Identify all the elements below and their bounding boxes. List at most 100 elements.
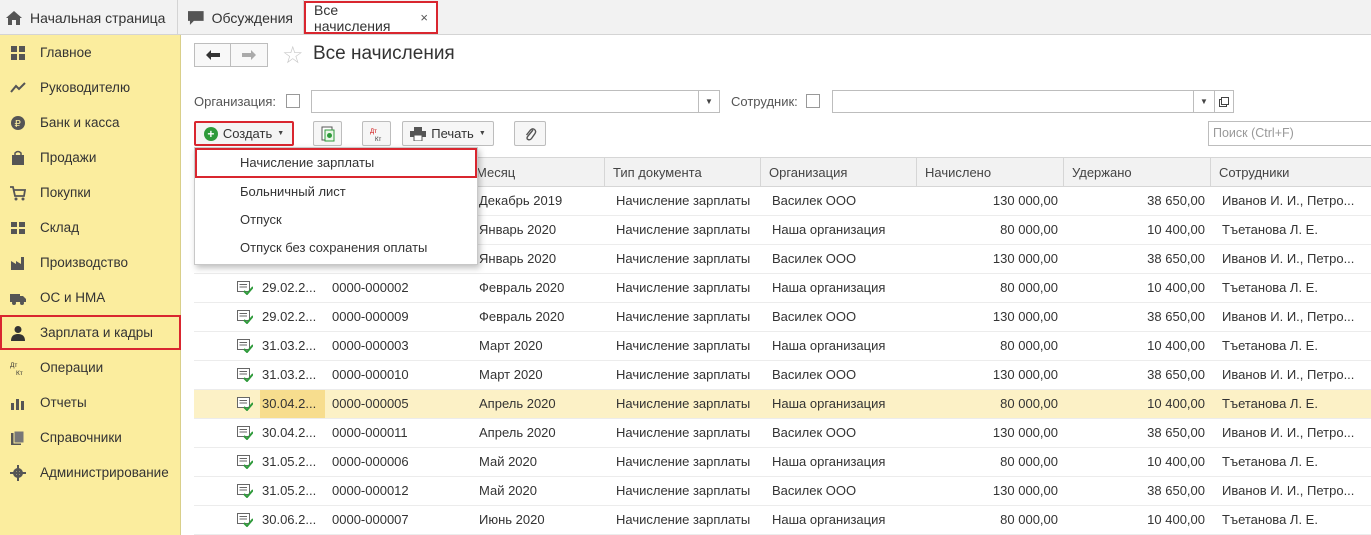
create-button[interactable]: + Создать ▼: [194, 121, 294, 146]
sidebar-item-6[interactable]: Производство: [0, 245, 180, 280]
organization-checkbox[interactable]: [286, 94, 300, 108]
doc-type-cell: Начисление зарплаты: [616, 367, 751, 382]
column-header-1[interactable]: Тип документа: [604, 158, 760, 187]
open-employee-button[interactable]: [1215, 90, 1234, 113]
attach-button[interactable]: [514, 121, 546, 146]
accrued-cell: 130 000,00: [992, 483, 1058, 498]
accrued-cell: 80 000,00: [1000, 338, 1058, 353]
table-row[interactable]: 31.03.2... 0000-000010 Март 2020 Начисление…: [194, 361, 1371, 390]
doc-type-cell: Начисление зарплаты: [616, 222, 751, 237]
doc-type-cell: Начисление зарплаты: [616, 193, 751, 208]
organization-cell: Василек ООО: [772, 193, 857, 208]
sidebar-item-8[interactable]: Зарплата и кадры: [0, 315, 181, 350]
organization-cell: Василек ООО: [772, 483, 857, 498]
sidebar-item-1[interactable]: Руководителю: [0, 70, 180, 105]
organization-cell: Василек ООО: [772, 309, 857, 324]
withheld-cell: 38 650,00: [1147, 193, 1205, 208]
employees-cell: Иванов И. И., Петро...: [1222, 483, 1355, 498]
create-menu-item-1[interactable]: Больничный лист: [195, 178, 477, 206]
close-icon[interactable]: ×: [420, 10, 428, 25]
sidebar-item-label: Справочники: [40, 430, 122, 445]
doc-type-cell: Начисление зарплаты: [616, 454, 751, 469]
forward-button[interactable]: [231, 43, 268, 67]
table-row[interactable]: 30.06.2... 0000-000007 Июнь 2020 Начисление…: [194, 506, 1371, 535]
sidebar-item-0[interactable]: Главное: [0, 35, 180, 70]
doc-type-cell: Начисление зарплаты: [616, 280, 751, 295]
doc-type-cell: Начисление зарплаты: [616, 512, 751, 527]
sidebar-item-label: Отчеты: [40, 395, 87, 410]
doc-type-cell: Начисление зарплаты: [616, 396, 751, 411]
sidebar-item-12[interactable]: Администрирование: [0, 455, 180, 490]
chat-icon: [188, 10, 204, 25]
sidebar-item-5[interactable]: Склад: [0, 210, 180, 245]
column-header-3[interactable]: Начислено: [916, 158, 1063, 187]
create-menu-item-2[interactable]: Отпуск: [195, 206, 477, 234]
organization-cell: Наша организация: [772, 222, 886, 237]
printer-icon: [410, 126, 427, 141]
caret-down-icon: ▼: [277, 130, 285, 137]
table-row[interactable]: 31.05.2... 0000-000012 Май 2020 Начисление …: [194, 477, 1371, 506]
sidebar-item-label: Главное: [40, 45, 92, 60]
print-button[interactable]: Печать ▼: [402, 121, 494, 146]
sidebar-item-9[interactable]: Дт Кт Операции: [0, 350, 180, 385]
employees-cell: Тъетанова Л. Е.: [1222, 222, 1318, 237]
table-row[interactable]: 30.04.2... 0000-000011 Апрель 2020 Начислен…: [194, 419, 1371, 448]
sidebar-item-2[interactable]: ₽ Банк и касса: [0, 105, 180, 140]
posted-document-icon: [237, 397, 253, 411]
main-area: ☆ Все начисления Организация: ▼ Сотрудни…: [182, 35, 1371, 535]
table-row[interactable]: 31.03.2... 0000-000003 Март 2020 Начисление…: [194, 332, 1371, 361]
table-row[interactable]: 31.05.2... 0000-000006 Май 2020 Начисление …: [194, 448, 1371, 477]
tab-home[interactable]: Начальная страница: [0, 0, 178, 35]
employees-cell: Иванов И. И., Петро...: [1222, 193, 1355, 208]
sidebar-item-label: Производство: [40, 255, 129, 270]
sidebar-item-11[interactable]: Справочники: [0, 420, 180, 455]
sidebar-item-10[interactable]: Отчеты: [0, 385, 180, 420]
sidebar-item-4[interactable]: Покупки: [0, 175, 180, 210]
create-menu-item-3[interactable]: Отпуск без сохранения оплаты: [195, 234, 477, 262]
employees-cell: Тъетанова Л. Е.: [1222, 396, 1318, 411]
table-row[interactable]: 29.02.2... 0000-000009 Февраль 2020 Начисле…: [194, 303, 1371, 332]
create-menu-item-0[interactable]: Начисление зарплаты: [195, 148, 477, 178]
chevron-down-icon[interactable]: ▼: [698, 91, 719, 112]
employee-checkbox[interactable]: [806, 94, 820, 108]
date-cell: 30.06.2...: [262, 512, 317, 527]
column-header-4[interactable]: Удержано: [1063, 158, 1210, 187]
plus-circle-icon: +: [203, 126, 218, 141]
number-cell: 0000-000007: [332, 512, 409, 527]
number-cell: 0000-000003: [332, 338, 409, 353]
organization-cell: Наша организация: [772, 280, 886, 295]
sidebar-item-label: Администрирование: [40, 465, 169, 480]
paperclip-icon: [525, 127, 537, 141]
table-row[interactable]: 30.04.2... 0000-000005 Апрель 2020 Начислен…: [194, 390, 1371, 419]
favorite-star-icon[interactable]: ☆: [282, 41, 304, 70]
withheld-cell: 10 400,00: [1147, 454, 1205, 469]
month-cell: Март 2020: [479, 367, 543, 382]
doc-type-cell: Начисление зарплаты: [616, 338, 751, 353]
menu-icon: [10, 45, 26, 61]
person-icon: [10, 325, 26, 341]
table-row[interactable]: 29.02.2... 0000-000002 Февраль 2020 Начисле…: [194, 274, 1371, 303]
search-input[interactable]: Поиск (Ctrl+F): [1208, 121, 1371, 146]
dt-kt-button[interactable]: Дт Кт: [362, 121, 391, 146]
page-title: Все начисления: [313, 43, 455, 64]
sidebar-item-3[interactable]: Продажи: [0, 140, 180, 175]
caret-down-icon: ▼: [478, 130, 486, 137]
accrued-cell: 80 000,00: [1000, 396, 1058, 411]
sidebar-item-label: ОС и НМА: [40, 290, 106, 305]
tab-discussions[interactable]: Обсуждения: [178, 0, 304, 35]
column-header-2[interactable]: Организация: [760, 158, 916, 187]
date-cell: 29.02.2...: [262, 309, 317, 324]
employee-select[interactable]: ▼: [832, 90, 1215, 113]
column-header-0[interactable]: Месяц: [467, 158, 604, 187]
back-button[interactable]: [194, 43, 231, 67]
column-header-5[interactable]: Сотрудники: [1210, 158, 1371, 187]
tab-all-accruals[interactable]: Все начисления ×: [304, 1, 438, 34]
copy-button[interactable]: [313, 121, 342, 146]
arrow-left-icon: [205, 50, 220, 60]
dt-kt-icon: Дт Кт: [370, 129, 381, 142]
chevron-down-icon[interactable]: ▼: [1193, 91, 1214, 112]
chart-icon: [10, 395, 26, 411]
sidebar-item-7[interactable]: ОС и НМА: [0, 280, 180, 315]
sidebar-item-label: Зарплата и кадры: [40, 325, 153, 340]
organization-select[interactable]: ▼: [311, 90, 720, 113]
